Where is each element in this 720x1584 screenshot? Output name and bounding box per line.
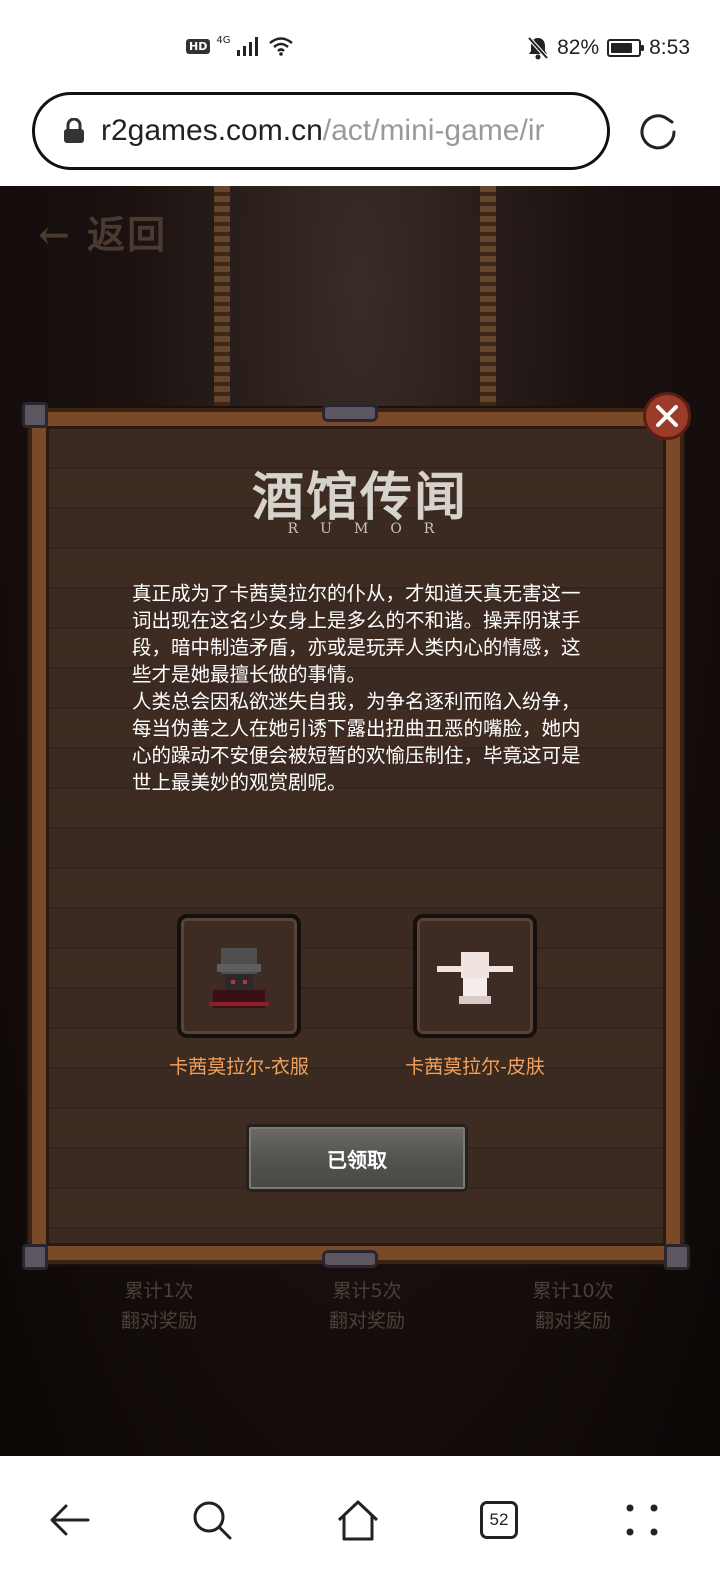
story-paragraph-1: 真正成为了卡茜莫拉尔的仆从，才知道天真无害这一词出现在这名少女身上是多么的不和谐… — [132, 582, 581, 686]
bottom-nav: 52 — [0, 1456, 720, 1584]
status-right: 82% 8:53 — [527, 36, 690, 60]
reward-outfit-label: 卡茜莫拉尔-衣服 — [169, 1056, 309, 1078]
counter-10-line2: 翻对奖励 — [534, 1310, 611, 1332]
url-path: /act/mini-game/ir — [322, 114, 545, 147]
counter-5-line1: 累计5次 — [332, 1280, 402, 1302]
back-arrow-icon — [50, 1504, 90, 1536]
back-link[interactable]: ← 返回 — [38, 204, 167, 259]
url-domain: r2games.com.cn — [101, 114, 323, 147]
reward-skin[interactable]: 卡茜莫拉尔-皮肤 — [390, 914, 560, 1079]
reward-frame — [177, 914, 301, 1038]
address-bar[interactable]: r2games.com.cn/act/mini-game/ir — [32, 92, 610, 170]
battery-icon — [607, 39, 645, 57]
wifi-icon — [269, 37, 294, 56]
signal-icon — [237, 37, 259, 56]
story-text: 真正成为了卡茜莫拉尔的仆从，才知道天真无害这一词出现在这名少女身上是多么的不和谐… — [132, 580, 592, 796]
tabs-count: 52 — [480, 1501, 518, 1539]
nav-home-button[interactable] — [328, 1490, 388, 1550]
claimed-button[interactable]: 已领取 — [246, 1124, 468, 1192]
battery-percent: 82% — [557, 36, 600, 59]
modal-title: 酒馆传闻 — [251, 467, 468, 528]
web-content: ← 返回 累计1次 翻对奖励 累计5次 翻对奖励 累计10次 翻对奖励 — [0, 186, 720, 1456]
frame-clip-top — [322, 404, 378, 422]
counter-5-line2: 翻对奖励 — [328, 1310, 405, 1332]
status-bar: HD 4G 82% 8:53 — [0, 0, 720, 90]
url-text: r2games.com.cn/act/mini-game/ir — [101, 114, 544, 148]
skin-icon — [437, 952, 513, 1004]
battery-fill — [611, 43, 633, 53]
clock: 8:53 — [649, 36, 690, 59]
reload-icon[interactable] — [636, 110, 680, 154]
hd-badge: HD — [186, 38, 211, 54]
counter-10: 累计10次 翻对奖励 — [498, 1276, 648, 1336]
status-left: HD 4G — [186, 34, 294, 56]
frame-clip-bottom — [322, 1250, 378, 1268]
close-icon — [656, 405, 678, 427]
counter-1-line2: 翻对奖励 — [120, 1310, 197, 1332]
counter-10-line1: 累计10次 — [532, 1280, 614, 1302]
reward-outfit[interactable]: 卡茜莫拉尔-衣服 — [154, 914, 324, 1079]
modal-panel — [46, 426, 666, 1246]
mute-bell-icon — [527, 36, 549, 60]
frame-corner — [22, 1244, 48, 1270]
close-button[interactable] — [643, 392, 691, 440]
modal-subtitle: RUMOR — [287, 521, 457, 537]
nav-search-button[interactable] — [182, 1490, 242, 1550]
reward-skin-label: 卡茜莫拉尔-皮肤 — [405, 1056, 545, 1078]
frame-corner — [664, 1244, 690, 1270]
counter-1: 累计1次 翻对奖励 — [84, 1276, 234, 1336]
counter-1-line1: 累计1次 — [124, 1280, 194, 1302]
story-paragraph-2: 人类总会因私欲迷失自我，为争名逐利而陷入纷争，每当伪善之人在她引诱下露出扭曲丑恶… — [132, 690, 581, 794]
home-icon — [337, 1500, 379, 1541]
frame-corner — [22, 402, 48, 428]
search-icon — [193, 1501, 232, 1540]
nav-back-button[interactable] — [40, 1490, 100, 1550]
reward-frame — [413, 914, 537, 1038]
nav-tabs-button[interactable]: 52 — [469, 1490, 529, 1550]
outfit-icon — [209, 948, 269, 1008]
counter-5: 累计5次 翻对奖励 — [292, 1276, 442, 1336]
nav-menu-button[interactable] — [612, 1490, 672, 1550]
rope-right — [480, 186, 496, 416]
menu-dots-icon — [626, 1504, 658, 1536]
rope-left — [214, 186, 230, 416]
lock-icon — [64, 118, 84, 143]
network-type: 4G — [216, 34, 231, 46]
